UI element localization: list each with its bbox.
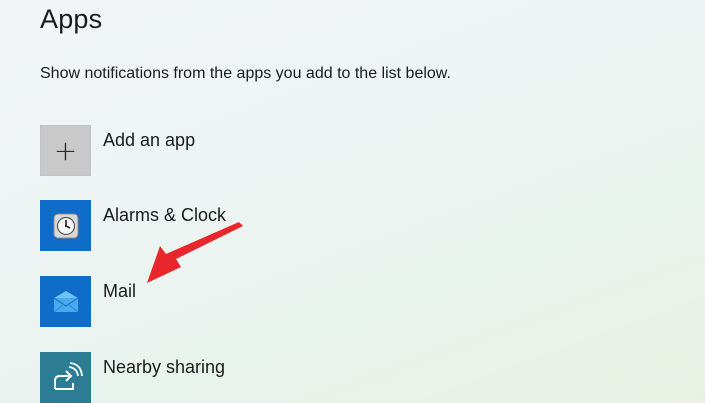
add-app-button[interactable]: + Add an app <box>40 125 460 176</box>
app-item-alarms-clock[interactable]: Alarms & Clock <box>40 200 460 251</box>
app-item-nearby-sharing[interactable]: Nearby sharing <box>40 352 460 403</box>
mail-label: Mail <box>103 281 137 301</box>
mail-icon <box>53 290 78 312</box>
plus-icon: + <box>53 133 78 167</box>
section-description: Show notifications from the apps you add… <box>40 65 451 82</box>
alarms-clock-tile <box>40 200 91 251</box>
add-app-tile[interactable]: + <box>40 125 91 176</box>
nearby-sharing-icon <box>53 361 83 390</box>
mail-tile <box>40 276 91 327</box>
clock-icon <box>53 213 78 238</box>
nearby-sharing-label: Nearby sharing <box>103 357 226 377</box>
add-app-label: Add an app <box>103 130 196 150</box>
nearby-sharing-tile <box>40 352 91 403</box>
app-item-mail[interactable]: Mail <box>40 276 460 327</box>
annotation-arrow-icon <box>147 222 243 283</box>
page-title: Apps <box>40 4 103 34</box>
